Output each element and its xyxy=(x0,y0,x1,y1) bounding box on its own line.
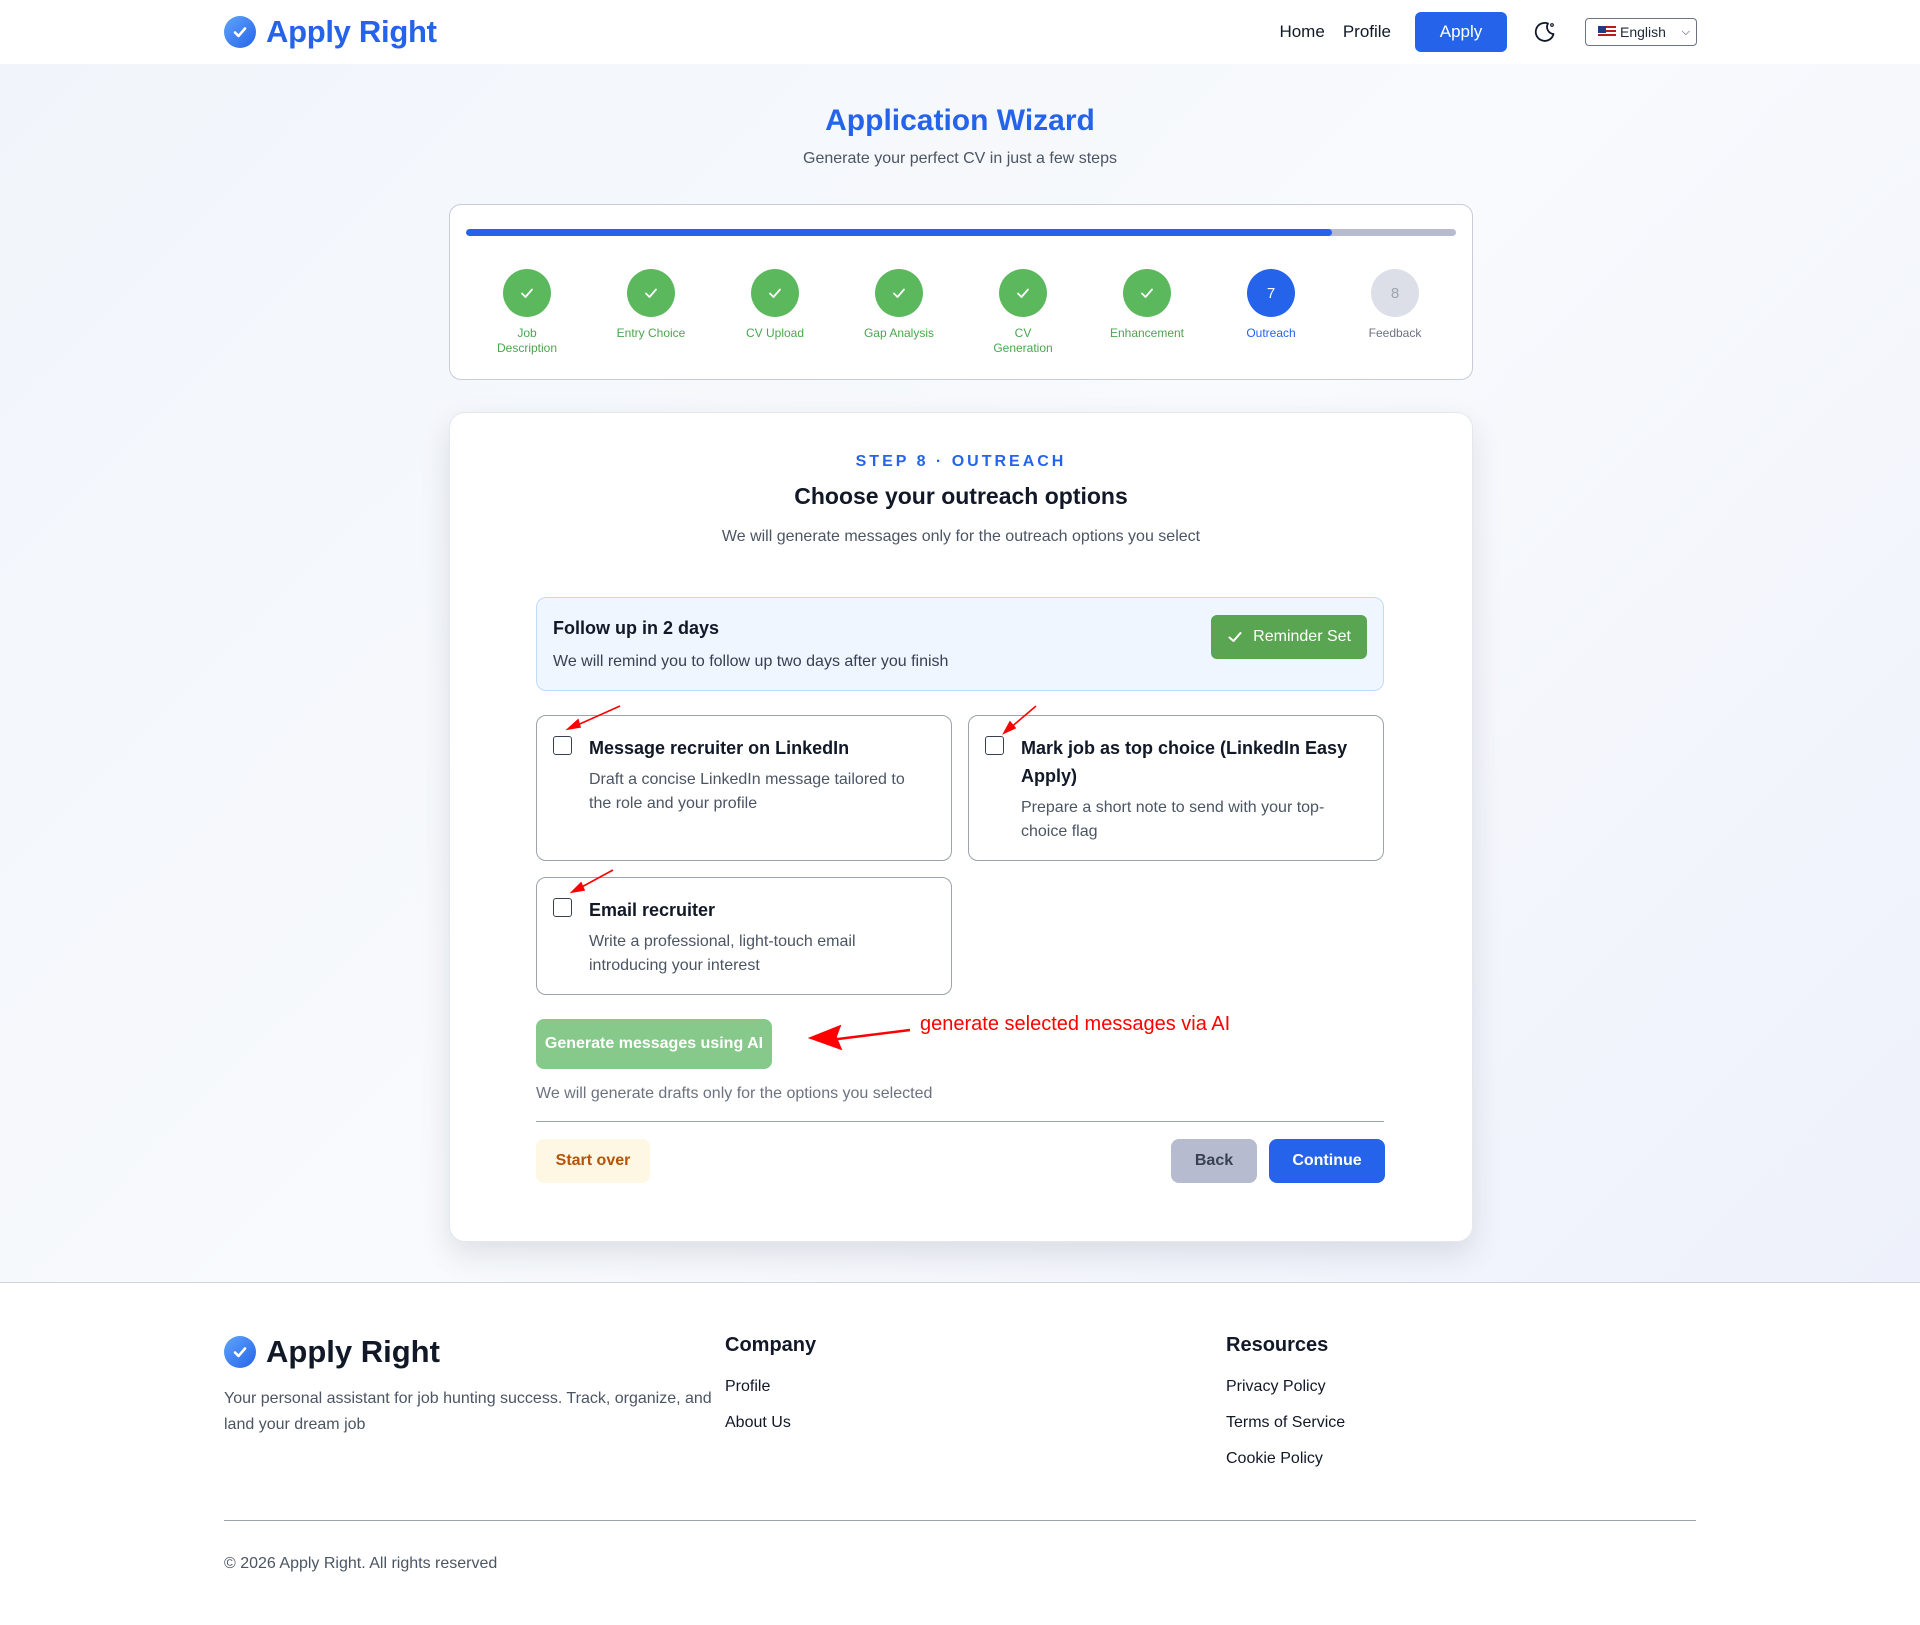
nav-profile-link[interactable]: Profile xyxy=(1343,22,1391,42)
footer-link-profile[interactable]: Profile xyxy=(725,1377,816,1396)
option-title: Mark job as top choice (LinkedIn Easy Ap… xyxy=(1021,738,1348,786)
step-number: 8 xyxy=(1371,269,1419,317)
step-label: Outreach xyxy=(1246,326,1296,340)
page-title: Application Wizard xyxy=(825,104,1095,137)
wizard-step[interactable]: Enhancement xyxy=(1087,269,1207,341)
language-select[interactable]: English ⌵ xyxy=(1585,18,1697,46)
linkedin-message-checkbox[interactable] xyxy=(553,736,572,755)
us-flag-icon xyxy=(1598,26,1616,38)
progress-bar-fill xyxy=(466,229,1333,236)
reminder-button-label: Reminder Set xyxy=(1253,628,1351,645)
step-check-icon xyxy=(875,269,923,317)
divider xyxy=(536,1121,1384,1122)
wizard-step[interactable]: CV Generation xyxy=(963,269,1083,356)
nav-apply-button[interactable]: Apply xyxy=(1415,12,1507,52)
footer-link-privacy-policy[interactable]: Privacy Policy xyxy=(1226,1377,1345,1396)
continue-button[interactable]: Continue xyxy=(1269,1139,1385,1183)
option-description: Prepare a short note to send with your t… xyxy=(1021,799,1325,840)
check-badge-icon xyxy=(224,16,256,48)
wizard-step[interactable]: Gap Analysis xyxy=(839,269,959,341)
step-number: 7 xyxy=(1247,269,1295,317)
ai-note: We will generate drafts only for the opt… xyxy=(536,1085,933,1102)
theme-toggle-moon-icon[interactable] xyxy=(1531,18,1559,46)
step-check-icon xyxy=(627,269,675,317)
page-subtitle: Generate your perfect CV in just a few s… xyxy=(803,150,1117,167)
option-title: Message recruiter on LinkedIn xyxy=(589,738,850,758)
wizard-step[interactable]: Job Description xyxy=(467,269,587,356)
footer-description: Your personal assistant for job hunting … xyxy=(224,1390,712,1433)
option-linkedin-message[interactable]: Message recruiter on LinkedIn Draft a co… xyxy=(536,715,952,861)
brand-logo[interactable]: Apply Right xyxy=(224,14,437,50)
step-label: Feedback xyxy=(1368,326,1422,340)
step-check-icon xyxy=(1123,269,1171,317)
outreach-card: STEP 8 · OUTREACH Choose your outreach o… xyxy=(449,412,1473,1242)
start-over-button[interactable]: Start over xyxy=(536,1139,650,1183)
step-check-icon xyxy=(999,269,1047,317)
brand-name: Apply Right xyxy=(266,14,437,49)
footer-column-title: Resources xyxy=(1226,1334,1329,1356)
step-label: Enhancement xyxy=(1109,326,1185,340)
step-eyebrow: STEP 8 · OUTREACH xyxy=(855,453,1067,470)
step-label: CV Upload xyxy=(745,326,805,340)
follow-up-reminder: Follow up in 2 days We will remind you t… xyxy=(536,597,1384,691)
step-label: CV Generation xyxy=(993,326,1053,355)
top-choice-checkbox[interactable] xyxy=(985,736,1004,755)
step-label: Entry Choice xyxy=(616,326,686,340)
language-value: English xyxy=(1620,24,1666,40)
step-check-icon xyxy=(751,269,799,317)
footer-copyright: © 2026 Apply Right. All rights reserved xyxy=(224,1555,498,1572)
wizard-step[interactable]: 8 Feedback xyxy=(1335,269,1455,341)
reminder-title: Follow up in 2 days xyxy=(553,618,720,638)
wizard-stepper: Job Description Entry Choice CV Upload Gap … xyxy=(449,204,1473,380)
step-check-icon xyxy=(503,269,551,317)
back-button[interactable]: Back xyxy=(1171,1139,1257,1183)
step-label: Gap Analysis xyxy=(863,326,935,340)
footer-resources-column: Resources Privacy Policy Terms of Servic… xyxy=(1226,1334,1345,1485)
reminder-set-button[interactable]: Reminder Set xyxy=(1211,615,1367,659)
step-label: Job Description xyxy=(497,326,558,355)
annotation-label: generate selected messages via AI xyxy=(920,1013,1231,1035)
reminder-description: We will remind you to follow up two days… xyxy=(553,653,949,670)
chevron-down-icon: ⌵ xyxy=(1681,25,1690,38)
footer-column-title: Company xyxy=(725,1334,817,1356)
footer-divider xyxy=(224,1520,1696,1521)
top-header: Apply Right Home Profile Apply English ⌵ xyxy=(0,0,1920,64)
option-description: Draft a concise LinkedIn message tailore… xyxy=(589,771,905,812)
option-title: Email recruiter xyxy=(589,900,716,920)
footer-link-about-us[interactable]: About Us xyxy=(725,1413,816,1432)
footer-brand-logo[interactable]: Apply Right xyxy=(224,1334,440,1370)
wizard-step[interactable]: CV Upload xyxy=(715,269,835,341)
check-badge-icon xyxy=(224,1336,256,1368)
site-footer: Apply Right Your personal assistant for … xyxy=(0,1284,1920,1625)
check-icon xyxy=(1228,632,1242,642)
footer-brand-name: Apply Right xyxy=(266,1334,440,1369)
card-subtitle: We will generate messages only for the o… xyxy=(721,528,1201,545)
footer-link-cookie-policy[interactable]: Cookie Policy xyxy=(1226,1449,1345,1468)
wizard-step[interactable]: Entry Choice xyxy=(591,269,711,341)
generate-ai-messages-button[interactable]: Generate messages using AI xyxy=(536,1019,772,1069)
card-title: Choose your outreach options xyxy=(794,483,1128,509)
footer-link-terms-of-service[interactable]: Terms of Service xyxy=(1226,1413,1345,1432)
option-description: Write a professional, light-touch email … xyxy=(589,933,856,974)
main-nav: Home Profile Apply English ⌵ xyxy=(1279,12,1697,52)
progress-bar xyxy=(466,229,1456,236)
wizard-step[interactable]: 7 Outreach xyxy=(1211,269,1331,341)
email-recruiter-checkbox[interactable] xyxy=(553,898,572,917)
footer-company-column: Company Profile About Us xyxy=(725,1334,816,1449)
option-top-choice[interactable]: Mark job as top choice (LinkedIn Easy Ap… xyxy=(968,715,1384,861)
nav-home-link[interactable]: Home xyxy=(1279,22,1324,42)
option-email-recruiter[interactable]: Email recruiter Write a professional, li… xyxy=(536,877,952,995)
